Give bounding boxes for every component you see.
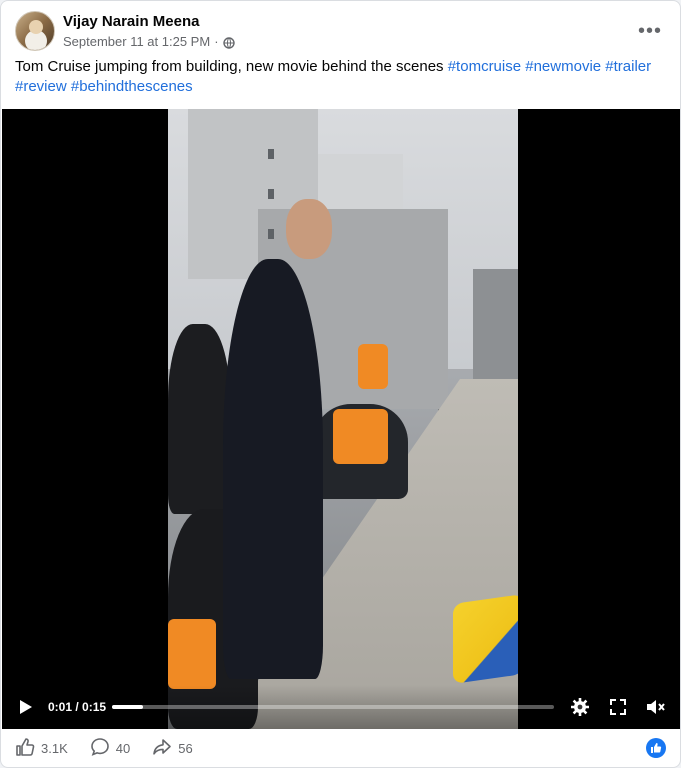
comment-count: 40 <box>115 740 131 756</box>
building-window <box>268 229 274 239</box>
post-header: Vijay Narain Meena September 11 at 1:25 … <box>15 9 666 53</box>
video-controls: 0:01 / 0:15 <box>2 685 680 729</box>
post-card: Vijay Narain Meena September 11 at 1:25 … <box>0 0 681 768</box>
hashtag-link[interactable]: #review <box>15 78 67 95</box>
video-time: 0:01 / 0:15 <box>48 700 107 714</box>
like-count: 3.1K <box>41 740 68 756</box>
post-subline: September 11 at 1:25 PM · <box>63 33 235 50</box>
hashtag-link[interactable]: #trailer <box>605 58 651 75</box>
share-button[interactable]: 56 <box>152 737 193 760</box>
share-icon <box>152 737 178 760</box>
hashtag-link[interactable]: #behindthescenes <box>71 78 193 95</box>
fullscreen-icon[interactable] <box>604 693 632 721</box>
video-safety-vest <box>333 409 388 464</box>
video-frame <box>168 109 518 729</box>
video-airbag <box>453 594 518 684</box>
video-main-actor <box>223 259 323 679</box>
author-avatar[interactable] <box>15 11 55 51</box>
comment-button[interactable]: 40 <box>90 737 130 760</box>
play-icon[interactable] <box>12 693 40 721</box>
video-progress-bar[interactable] <box>112 705 554 709</box>
caption-text: Tom Cruise jumping from building, new mo… <box>15 58 448 75</box>
video-actor-head <box>286 199 332 259</box>
video-safety-vest <box>168 619 216 689</box>
hashtag-link[interactable]: #newmovie <box>525 58 601 75</box>
like-reaction-icon[interactable] <box>646 738 666 758</box>
globe-icon <box>222 36 235 49</box>
share-count: 56 <box>178 740 193 756</box>
more-options-label: ••• <box>637 19 662 42</box>
post-meta: Vijay Narain Meena September 11 at 1:25 … <box>63 12 235 50</box>
like-button[interactable]: 3.1K <box>15 737 68 760</box>
video-safety-vest <box>358 344 388 389</box>
mute-icon[interactable] <box>642 693 670 721</box>
comment-icon <box>90 737 116 760</box>
author-name[interactable]: Vijay Narain Meena <box>63 12 235 31</box>
engagement-bar: 3.1K 40 56 <box>15 733 666 763</box>
settings-icon[interactable] <box>566 693 594 721</box>
video-crew-member <box>168 324 230 514</box>
post-caption: Tom Cruise jumping from building, new mo… <box>15 57 666 97</box>
video-progress-fill <box>112 705 143 709</box>
building-window <box>268 189 274 199</box>
more-options-icon[interactable]: ••• <box>634 15 666 47</box>
like-icon <box>15 737 41 760</box>
post-timestamp[interactable]: September 11 at 1:25 PM <box>63 33 210 50</box>
meta-separator: · <box>214 34 219 49</box>
hashtag-link[interactable]: #tomcruise <box>448 58 521 75</box>
video-player[interactable]: 0:01 / 0:15 <box>2 109 680 729</box>
building-window <box>268 149 274 159</box>
